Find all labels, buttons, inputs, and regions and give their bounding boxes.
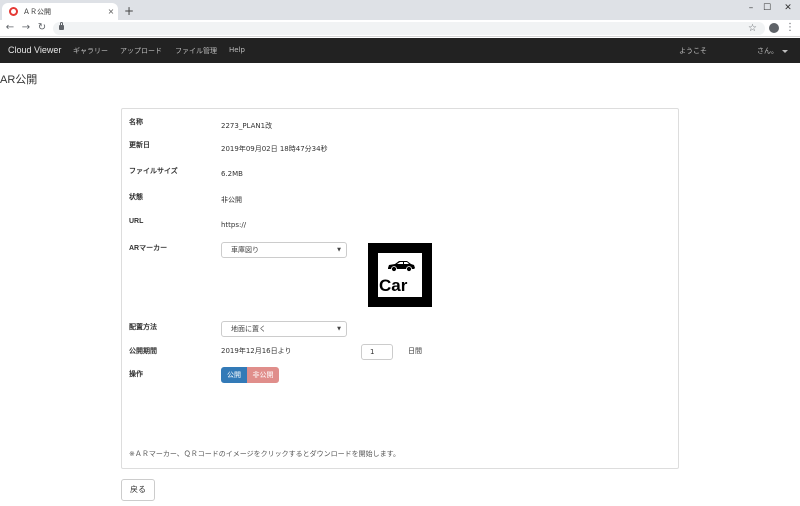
window-close-icon[interactable]: ✕ (781, 3, 795, 13)
forward-arrow-icon[interactable]: → (20, 22, 32, 34)
period-unit: 日間 (408, 347, 422, 355)
tab-title: ＡＲ公開 (23, 7, 51, 16)
back-arrow-icon[interactable]: ← (4, 22, 16, 34)
nav-file-management[interactable]: ファイル管理 (175, 46, 217, 56)
placement-selected: 地面に置く (231, 325, 266, 333)
car-icon (388, 261, 415, 272)
ar-marker-image[interactable]: Car (368, 243, 432, 307)
name-label: 名称 (129, 119, 143, 126)
app-navbar: Cloud Viewer ギャラリー アップロード ファイル管理 Help よう… (0, 38, 800, 63)
address-bar[interactable]: ☆ (53, 22, 765, 35)
lock-icon (59, 22, 64, 30)
period-days-input[interactable]: 1 (361, 344, 393, 360)
status-label: 状態 (129, 194, 143, 201)
maximize-icon[interactable]: ☐ (760, 3, 774, 13)
status-value: 非公開 (221, 196, 242, 204)
placement-select[interactable]: 地面に置く ▼ (221, 321, 347, 337)
browser-tab-strip: ＡＲ公開 × + – ☐ ✕ (0, 0, 800, 20)
nav-gallery[interactable]: ギャラリー (73, 46, 108, 56)
new-tab-icon[interactable]: + (124, 5, 134, 17)
nav-help[interactable]: Help (229, 46, 245, 54)
placement-label: 配置方法 (129, 324, 157, 331)
ar-marker-label: ARマーカー (129, 245, 168, 252)
name-value: 2273_PLAN1改 (221, 122, 273, 130)
nav-upload[interactable]: アップロード (120, 46, 162, 56)
select-arrow-icon: ▼ (337, 247, 341, 253)
action-label: 操作 (129, 371, 143, 378)
browser-toolbar: ← → ↻ ☆ ⋮ (0, 20, 800, 37)
marker-inner-area: Car (378, 253, 422, 297)
bookmark-star-icon[interactable]: ☆ (748, 22, 757, 35)
ar-marker-selected: 車庫図り (231, 246, 259, 254)
brand-link[interactable]: Cloud Viewer (8, 45, 61, 55)
user-menu[interactable]: さん。 (757, 46, 788, 56)
updated-label: 更新日 (129, 142, 150, 149)
browser-tab[interactable]: ＡＲ公開 × (2, 3, 118, 20)
period-label: 公開期間 (129, 348, 157, 355)
welcome-text: ようこそ (679, 47, 707, 55)
marker-text: Car (379, 276, 408, 295)
app-favicon-icon (9, 7, 18, 16)
period-start: 2019年12月16日より (221, 347, 292, 355)
page-title: AR公開 (0, 74, 38, 86)
url-value: https:// (221, 221, 247, 229)
reload-icon[interactable]: ↻ (36, 22, 48, 34)
back-button[interactable]: 戻る (121, 479, 155, 501)
user-name: さん。 (757, 47, 778, 55)
ar-marker-select[interactable]: 車庫図り ▼ (221, 242, 347, 258)
close-tab-icon[interactable]: × (104, 7, 118, 16)
file-size-label: ファイルサイズ (129, 168, 178, 175)
updated-value: 2019年09月02日 18時47分34秒 (221, 145, 328, 153)
select-arrow-icon: ▼ (337, 326, 341, 332)
download-note: ※ＡＲマーカー、ＱＲコードのイメージをクリックするとダウンロードを開始します。 (129, 450, 400, 458)
browser-menu-icon[interactable]: ⋮ (785, 22, 795, 34)
minimize-icon[interactable]: – (744, 3, 758, 13)
publish-button[interactable]: 公開 (221, 367, 247, 383)
file-size-value: 6.2MB (221, 170, 243, 178)
dropdown-caret-icon (782, 49, 788, 53)
unpublish-button[interactable]: 非公開 (247, 367, 279, 383)
url-label: URL (129, 218, 144, 225)
account-icon[interactable] (769, 23, 779, 33)
